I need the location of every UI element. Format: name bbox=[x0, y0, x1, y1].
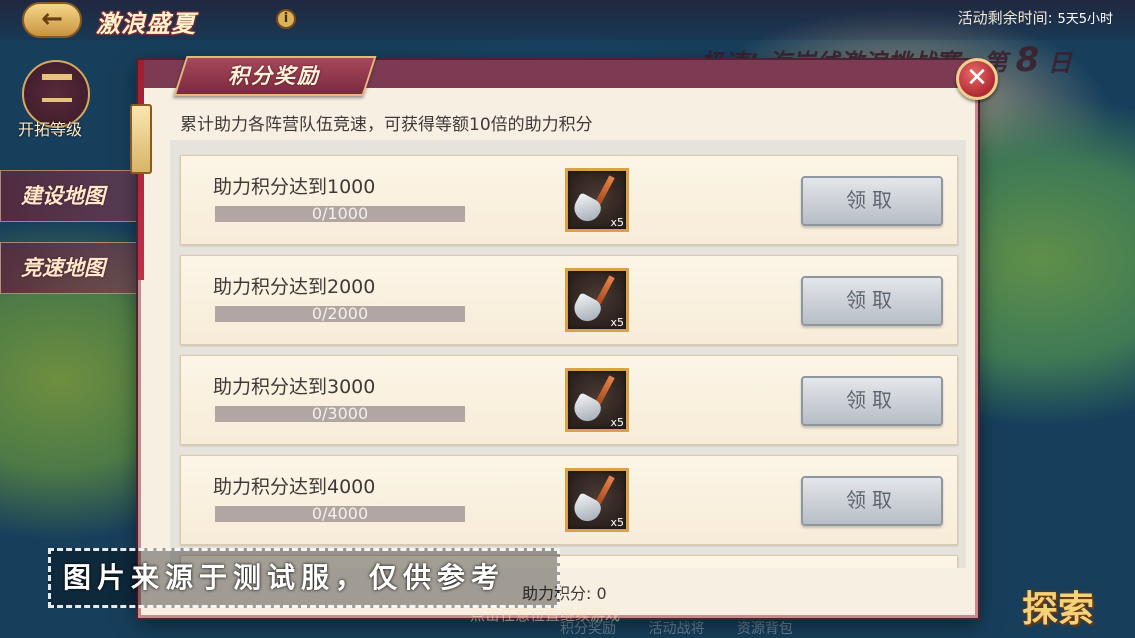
shovel-icon[interactable]: x5 bbox=[565, 368, 629, 432]
level-label: 开拓等级 bbox=[18, 120, 83, 139]
bottom-tab[interactable]: 活动战将 bbox=[648, 621, 704, 637]
back-arrow-icon: ← bbox=[41, 4, 63, 34]
shovel-icon[interactable]: x5 bbox=[565, 468, 629, 532]
test-server-watermark: 图片来源于测试服，仅供参考 bbox=[48, 548, 560, 608]
reward-list[interactable]: 助力积分达到1000 0/1000 x5 领取 助力积分达到2000 0/200… bbox=[170, 140, 966, 568]
progress-text: 0/3000 bbox=[311, 404, 369, 423]
remaining-time: 活动剩余时间: 5天5小时 bbox=[958, 7, 1113, 28]
progress-text: 0/4000 bbox=[311, 504, 369, 523]
explore-button[interactable]: 探索 bbox=[1022, 580, 1094, 632]
progress-bar: 0/2000 bbox=[215, 304, 465, 323]
claim-button[interactable]: 领取 bbox=[801, 176, 943, 226]
total-points-value: 0 bbox=[596, 584, 607, 603]
reward-row: 助力积分达到4000 0/4000 x5 领取 bbox=[180, 455, 958, 545]
reward-title: 助力积分达到3000 bbox=[213, 376, 376, 398]
shovel-handle bbox=[595, 275, 615, 305]
reward-title: 助力积分达到1000 bbox=[213, 176, 376, 198]
progress-text: 0/2000 bbox=[311, 304, 369, 323]
claim-button[interactable]: 领取 bbox=[801, 276, 943, 326]
event-title: 激浪盛夏 bbox=[96, 10, 196, 38]
progress-bar: 0/4000 bbox=[215, 504, 465, 523]
progress-bar: 0/3000 bbox=[215, 404, 465, 423]
close-icon: ✕ bbox=[966, 63, 988, 93]
item-quantity: x5 bbox=[610, 216, 624, 229]
race-banner-day: 8 bbox=[1015, 40, 1040, 80]
back-button[interactable]: ← bbox=[22, 2, 82, 38]
progress-text: 0/1000 bbox=[311, 204, 369, 223]
pavilion-icon bbox=[42, 74, 72, 102]
race-banner-suffix: 日 bbox=[1047, 49, 1072, 77]
progress-bar: 0/1000 bbox=[215, 204, 465, 223]
shovel-icon[interactable]: x5 bbox=[565, 268, 629, 332]
item-quantity: x5 bbox=[610, 316, 624, 329]
item-quantity: x5 bbox=[610, 516, 624, 529]
info-icon[interactable]: i bbox=[276, 9, 296, 29]
dialog-title: 积分奖励 bbox=[228, 64, 320, 88]
reward-title: 助力积分达到2000 bbox=[213, 276, 376, 298]
shovel-handle bbox=[595, 475, 615, 505]
remaining-time-label: 活动剩余时间: bbox=[957, 9, 1053, 27]
remaining-time-value: 5天5小时 bbox=[1057, 12, 1113, 27]
close-button[interactable]: ✕ bbox=[956, 58, 998, 100]
dialog-description: 累计助力各阵营队伍竞速，可获得等额10倍的助力积分 bbox=[180, 115, 593, 135]
race-map-button[interactable]: 竞速地图 bbox=[0, 242, 140, 294]
shovel-handle bbox=[595, 375, 615, 405]
build-map-button[interactable]: 建设地图 bbox=[0, 170, 140, 222]
reward-row: 助力积分达到1000 0/1000 x5 领取 bbox=[180, 155, 958, 245]
reward-row: 助力积分达到2000 0/2000 x5 领取 bbox=[180, 255, 958, 345]
scroll-ornament-icon bbox=[130, 104, 152, 174]
claim-button[interactable]: 领取 bbox=[801, 476, 943, 526]
shovel-icon[interactable]: x5 bbox=[565, 168, 629, 232]
bottom-tab[interactable]: 资源背包 bbox=[737, 621, 793, 637]
reward-title: 助力积分达到4000 bbox=[213, 476, 376, 498]
claim-button[interactable]: 领取 bbox=[801, 376, 943, 426]
item-quantity: x5 bbox=[610, 416, 624, 429]
shovel-handle bbox=[595, 175, 615, 205]
reward-row: 助力积分达到3000 0/3000 x5 领取 bbox=[180, 355, 958, 445]
